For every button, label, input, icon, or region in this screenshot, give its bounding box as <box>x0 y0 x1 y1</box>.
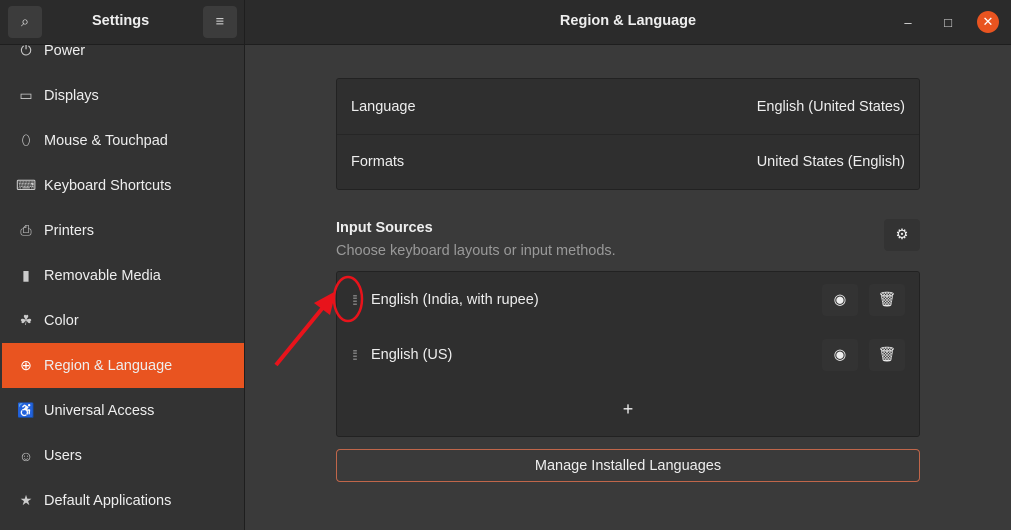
input-sources-subtitle: Choose keyboard layouts or input methods… <box>336 243 616 259</box>
region-frame: Language English (United States) Formats U… <box>336 78 920 190</box>
sidebar-item[interactable]: ▮ Removable Media <box>2 253 244 298</box>
sidebar-item[interactable]: ♿ Universal Access <box>2 388 244 433</box>
search-button[interactable]: ⌕ <box>8 6 42 38</box>
language-row[interactable]: Language English (United States) <box>337 79 919 134</box>
sidebar-item-label: Users <box>44 447 82 464</box>
input-source-label: English (India, with rupee) <box>371 291 539 308</box>
input-options-button[interactable]: ⚙ <box>884 219 920 251</box>
globe-icon: ⊕ <box>20 357 32 373</box>
sidebar-item-label: Keyboard Shortcuts <box>44 177 172 194</box>
preview-button[interactable]: ◉ <box>822 283 858 316</box>
language-value: English (United States) <box>756 98 905 115</box>
preview-button[interactable]: ◉ <box>822 338 858 371</box>
sidebar-item[interactable]: ★ Default Applications <box>2 478 244 523</box>
add-input-source-button[interactable]: + <box>337 382 919 436</box>
header-bar: ⌕ Settings ≡ Region & Language – □ ✕ <box>0 0 1011 45</box>
display-icon: ▭ <box>19 87 33 103</box>
sidebar-item[interactable]: ⬯ Mouse & Touchpad <box>2 118 244 163</box>
pane-divider <box>244 0 245 530</box>
sidebar-item-label: Printers <box>44 222 94 239</box>
maximize-icon: □ <box>944 14 952 30</box>
star-icon: ★ <box>19 492 33 508</box>
sidebar-item[interactable]: ⏻ Power <box>2 45 244 73</box>
sidebar-item[interactable]: ☺ Users <box>2 433 244 478</box>
sidebar-item-label: Color <box>44 312 79 329</box>
sidebar-item[interactable]: ⌨ Keyboard Shortcuts <box>2 163 244 208</box>
sidebar-item[interactable]: ⎙ Printers <box>2 208 244 253</box>
mouse-icon: ⬯ <box>21 132 31 148</box>
sidebar-item-label: Universal Access <box>44 402 155 419</box>
sidebar-item[interactable]: ▭ Displays <box>2 73 244 118</box>
sidebar: ⏻ Power ▭ Displays ⬯ Mouse & Touchpad ⌨ Keyboar… <box>0 45 244 530</box>
trash-icon: 🗑 <box>877 347 897 363</box>
sidebar-item-label: Region & Language <box>44 357 173 374</box>
eye-icon: ◉ <box>833 291 847 308</box>
sidebar-item[interactable]: ⊕ Region & Language <box>2 343 244 388</box>
sidebar-title: Settings <box>92 13 150 29</box>
input-source-label: English (US) <box>371 346 453 363</box>
sidebar-item-label: Mouse & Touchpad <box>44 132 168 149</box>
maximize-button[interactable]: □ <box>937 11 959 33</box>
formats-value: United States (English) <box>756 154 905 170</box>
sidebar-item-label: Power <box>44 45 86 59</box>
gear-icon: ⚙ <box>895 227 909 243</box>
minimize-icon: – <box>904 14 912 30</box>
formats-label: Formats <box>351 154 405 170</box>
sidebar-item-label: Removable Media <box>44 267 161 284</box>
main-panel: Language English (United States) Formats U… <box>245 45 1011 530</box>
power-icon: ⏻ <box>20 45 32 58</box>
menu-button[interactable]: ≡ <box>203 6 237 38</box>
input-source-row[interactable]: ⁞⁞ English (India, with rupee) ◉ 🗑 <box>337 272 919 327</box>
minimize-button[interactable]: – <box>897 11 919 33</box>
close-button[interactable]: ✕ <box>977 11 999 33</box>
eye-icon: ◉ <box>833 346 847 363</box>
trash-icon: 🗑 <box>877 292 897 308</box>
users-icon: ☺ <box>18 447 34 464</box>
sidebar-item-label: Displays <box>44 87 99 104</box>
sidebar-item-label: Default Applications <box>44 492 172 509</box>
input-sources-list: ⁞⁞ English (India, with rupee) ◉ 🗑 ⁞⁞ Englis… <box>336 271 920 437</box>
input-sources-title: Input Sources <box>336 220 433 236</box>
sidebar-item[interactable]: ☘ Color <box>2 298 244 343</box>
search-icon: ⌕ <box>20 14 30 30</box>
media-icon: ▮ <box>22 267 30 283</box>
color-icon: ☘ <box>19 312 33 328</box>
remove-button[interactable]: 🗑 <box>869 283 905 316</box>
annotation-arrow <box>274 275 364 367</box>
language-label: Language <box>351 98 416 115</box>
remove-button[interactable]: 🗑 <box>869 338 905 371</box>
input-source-row[interactable]: ⁞⁞ English (US) ◉ 🗑 <box>337 327 919 382</box>
manage-languages-button[interactable]: Manage Installed Languages <box>336 449 920 482</box>
formats-row[interactable]: Formats United States (English) <box>337 134 919 189</box>
keyboard-icon: ⌨ <box>16 177 37 193</box>
printer-icon: ⎙ <box>20 222 32 238</box>
accessibility-icon: ♿ <box>17 402 35 418</box>
close-icon: ✕ <box>982 14 994 29</box>
hamburger-icon: ≡ <box>215 14 225 30</box>
